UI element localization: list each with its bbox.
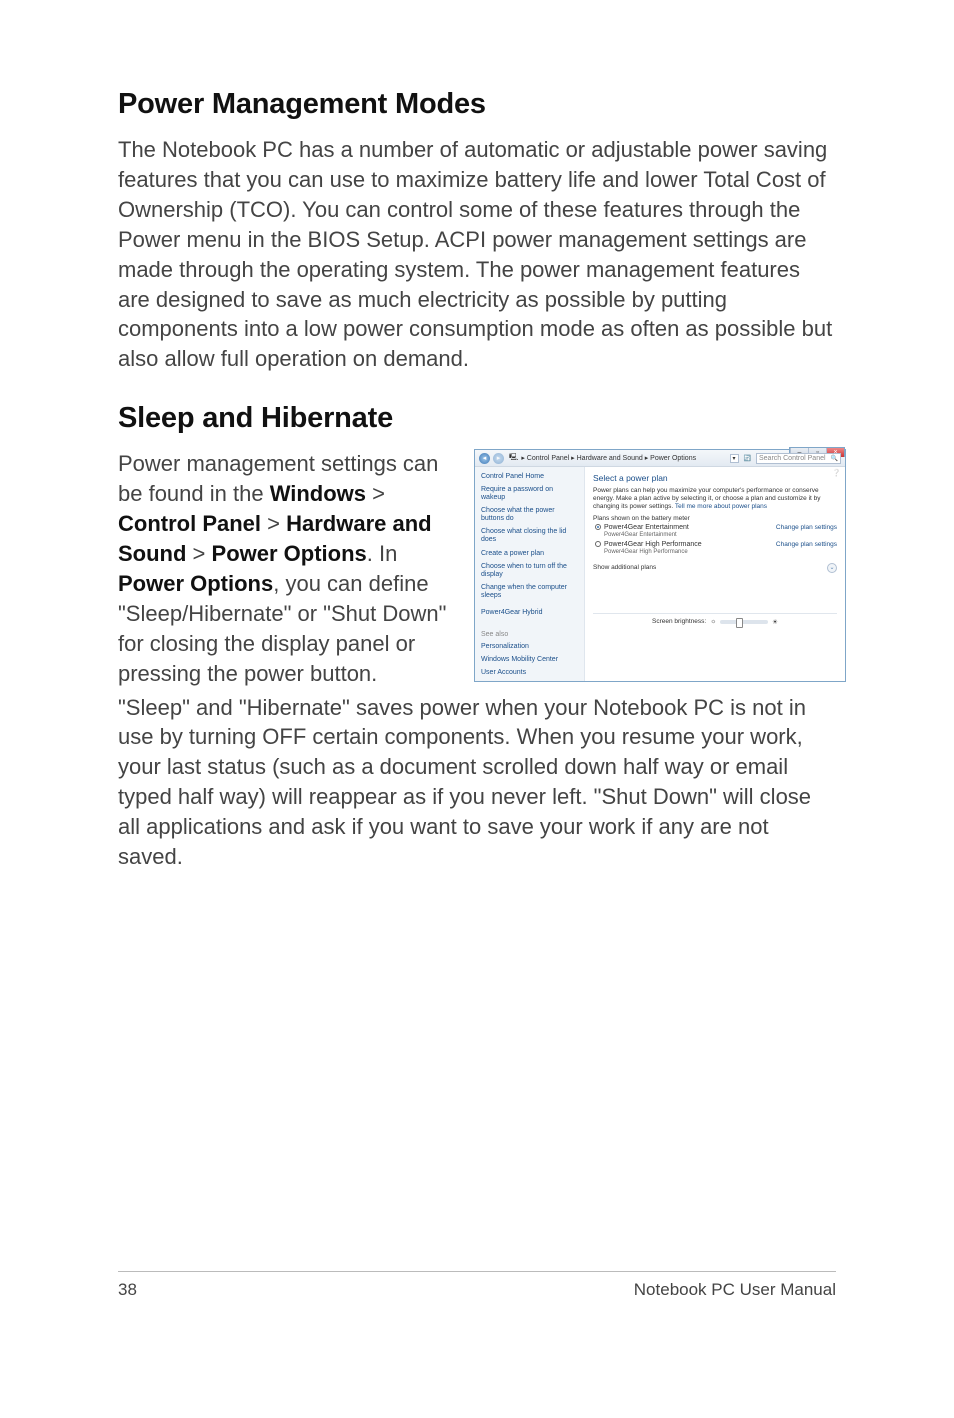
page-footer: 38 Notebook PC User Manual [118,1271,836,1300]
sidebar-power-buttons[interactable]: Choose what the power buttons do [481,507,578,523]
plan-row-entertainment: Power4Gear Entertainment Change plan set… [593,524,837,531]
para-sleep-hibernate-detail: "Sleep" and "Hibernate" saves power when… [118,693,836,872]
main-description: Power plans can help you maximize your c… [593,487,837,510]
search-input[interactable]: Search Control Panel [756,453,841,464]
radio-high-performance[interactable] [595,541,601,547]
back-button[interactable]: ◂ [479,453,490,464]
expand-icon[interactable]: ⌄ [827,563,837,573]
plan-name: Power4Gear Entertainment [604,524,689,531]
change-plan-settings-link[interactable]: Change plan settings [776,524,837,531]
search-placeholder: Search Control Panel [759,455,826,462]
show-additional-label: Show additional plans [593,564,656,571]
bold-control-panel: Control Panel [118,511,261,536]
sidebar-mobility-center[interactable]: Windows Mobility Center [481,656,578,664]
plan-row-high-performance: Power4Gear High Performance Change plan … [593,541,837,548]
bold-windows: Windows [270,481,366,506]
para-power-management: The Notebook PC has a number of automati… [118,135,836,374]
page-number: 38 [118,1280,137,1300]
brightness-low-icon: ☼ [710,618,716,625]
brightness-label: Screen brightness: [652,618,706,625]
plan-name: Power4Gear High Performance [604,541,702,548]
plans-section-label: Plans shown on the battery meter [593,515,837,522]
radio-entertainment[interactable] [595,524,601,530]
plan-subtitle: Power4Gear Entertainment [593,532,837,538]
bold-power-options: Power Options [212,541,367,566]
sidebar-closing-lid[interactable]: Choose what closing the lid does [481,528,578,544]
sidebar-user-accounts[interactable]: User Accounts [481,669,578,677]
sidebar-personalization[interactable]: Personalization [481,643,578,651]
sidebar: Control Panel Home Require a password on… [475,467,585,681]
help-icon[interactable]: ❔ [832,469,841,477]
heading-power-management: Power Management Modes [118,88,836,121]
breadcrumb[interactable]: ▸ Control Panel ▸ Hardware and Sound ▸ P… [521,454,726,462]
brightness-high-icon: ☀ [772,618,778,626]
show-additional-plans[interactable]: Show additional plans ⌄ [593,561,837,573]
link-tell-me-more[interactable]: Tell me more about power plans [675,503,767,510]
change-plan-settings-link[interactable]: Change plan settings [776,541,837,548]
sidebar-home[interactable]: Control Panel Home [481,473,578,480]
text-fragment: > [261,511,286,536]
forward-button[interactable]: ▸ [493,453,504,464]
sidebar-turn-off-display[interactable]: Choose when to turn off the display [481,563,578,579]
sidebar-power4gear-hybrid[interactable]: Power4Gear Hybrid [481,609,578,617]
text-fragment: > [186,541,211,566]
sidebar-create-plan[interactable]: Create a power plan [481,550,578,558]
brightness-slider[interactable] [720,620,768,624]
sleep-intro-paragraph: Power management settings can be found i… [118,449,456,688]
brightness-row: Screen brightness: ☼ ☀ [593,613,837,629]
text-fragment: . In [367,541,398,566]
sidebar-computer-sleeps[interactable]: Change when the computer sleeps [481,584,578,600]
bold-power-options-2: Power Options [118,571,273,596]
main-content: ❔ Select a power plan Power plans can he… [585,467,845,681]
sidebar-require-password[interactable]: Require a password on wakeup [481,486,578,502]
plan-subtitle: Power4Gear High Performance [593,549,837,555]
text-fragment: > [366,481,385,506]
heading-sleep-hibernate: Sleep and Hibernate [118,402,836,435]
address-bar: ◂ ▸ 🖳 ▸ Control Panel ▸ Hardware and Sou… [475,450,845,467]
power-options-window: – ▫ × ◂ ▸ 🖳 ▸ Control Panel ▸ Hardware a… [474,449,846,682]
main-title: Select a power plan [593,473,837,483]
manual-title: Notebook PC User Manual [634,1280,836,1300]
sidebar-see-also: See also [481,631,578,638]
